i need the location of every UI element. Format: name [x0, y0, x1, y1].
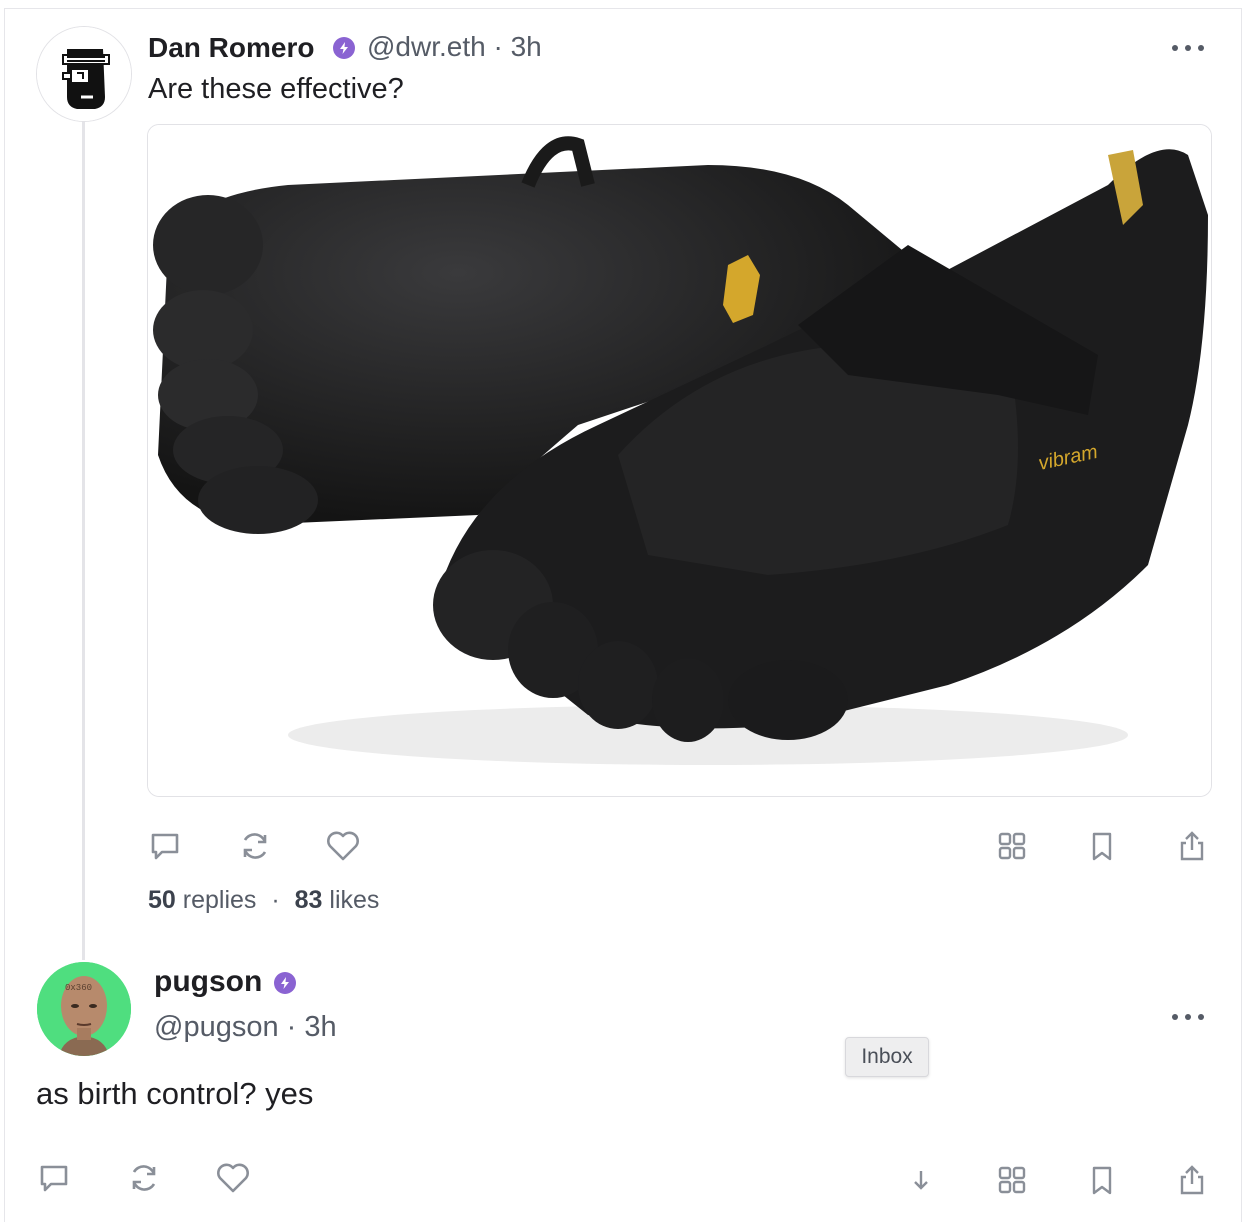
share-icon[interactable] — [1172, 1160, 1212, 1200]
comment-icon[interactable] — [34, 1158, 74, 1198]
comment-icon[interactable] — [145, 826, 185, 866]
power-badge-icon — [274, 972, 296, 994]
avatar-illustration — [37, 27, 131, 121]
reply-author-name[interactable]: pugson — [154, 965, 262, 999]
author-name[interactable]: Dan Romero — [148, 32, 314, 64]
grid-icon[interactable] — [992, 826, 1032, 866]
reply-avatar[interactable]: 0x360 — [37, 962, 131, 1056]
bookmark-icon[interactable] — [1082, 1160, 1122, 1200]
post-stats: 50 replies · 83 likes — [148, 886, 379, 915]
replies-count[interactable]: 50 — [148, 886, 176, 914]
heart-icon[interactable] — [213, 1158, 253, 1198]
inbox-tooltip: Inbox — [845, 1037, 929, 1077]
reply-text: as birth control? yes — [36, 1076, 314, 1111]
recast-icon[interactable] — [235, 826, 275, 866]
author-handle-time[interactable]: @dwr.eth · 3h — [367, 31, 542, 63]
author-avatar[interactable] — [36, 26, 132, 122]
thread-line — [82, 120, 85, 960]
heart-icon[interactable] — [323, 826, 363, 866]
likes-count[interactable]: 83 — [295, 886, 323, 914]
grid-icon[interactable] — [992, 1160, 1032, 1200]
more-horizontal-icon[interactable] — [1172, 43, 1206, 53]
arrow-down-icon[interactable] — [901, 1160, 941, 1200]
replies-label[interactable]: replies — [183, 886, 257, 914]
post-image[interactable]: vibram — [147, 124, 1212, 797]
recast-icon[interactable] — [124, 1158, 164, 1198]
more-horizontal-icon[interactable] — [1172, 1012, 1206, 1022]
avatar-text: 0x360 — [65, 983, 92, 993]
reply-avatar-illustration: 0x360 — [37, 962, 131, 1056]
likes-label[interactable]: likes — [329, 886, 379, 914]
reply-author-handle-time[interactable]: @pugson · 3h — [154, 1011, 337, 1044]
post-text: Are these effective? — [148, 73, 404, 105]
stats-separator: · — [271, 886, 280, 914]
share-icon[interactable] — [1172, 826, 1212, 866]
bookmark-icon[interactable] — [1082, 826, 1122, 866]
shoes-illustration: vibram — [148, 125, 1211, 796]
power-badge-icon — [333, 37, 355, 59]
